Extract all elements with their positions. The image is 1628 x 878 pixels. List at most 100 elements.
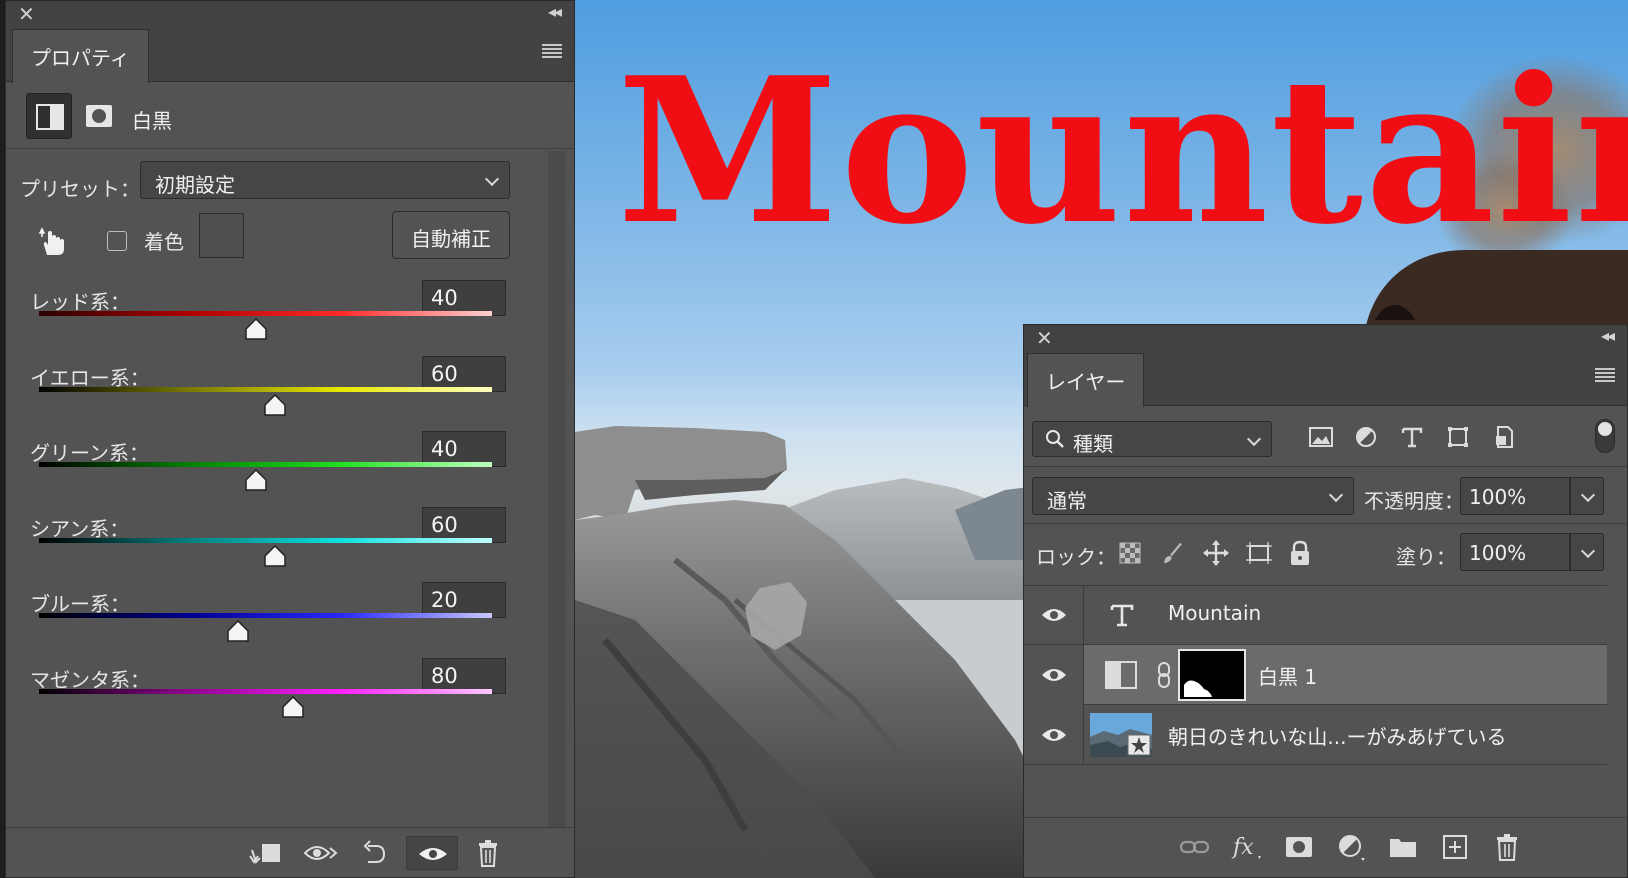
slider-thumb[interactable] xyxy=(244,317,268,340)
type-filter-icon[interactable] xyxy=(1400,425,1424,449)
layers-panel: ✕ ◂◂ レイヤー 種類 通常 不透明度： 100% ロック： 塗り： 100%… xyxy=(1023,324,1628,878)
layer-list: Mountain 白黒 1 朝日のきれいな山...ーがみあげている xyxy=(1024,585,1607,767)
fill-value: 100% xyxy=(1469,541,1527,565)
link-layers-icon[interactable] xyxy=(1178,830,1212,864)
clip-to-layer-icon[interactable] xyxy=(244,836,284,870)
tab-layers[interactable]: レイヤー xyxy=(1027,353,1145,407)
layer-filter-row: 種類 xyxy=(1024,407,1627,467)
slider-track[interactable] xyxy=(39,688,492,694)
layer-image-thumbnail xyxy=(1090,713,1152,757)
layer-row-text[interactable]: Mountain xyxy=(1024,585,1607,645)
lock-position-icon[interactable] xyxy=(1202,539,1230,567)
layer-kind-filter[interactable]: 種類 xyxy=(1032,421,1272,457)
filter-value: 種類 xyxy=(1073,432,1113,456)
slider-track[interactable] xyxy=(39,537,492,543)
collapse-icon[interactable]: ◂◂ xyxy=(1601,326,1615,345)
divider xyxy=(1024,523,1627,524)
opacity-value: 100% xyxy=(1469,485,1527,509)
auto-button[interactable]: 自動補正 xyxy=(392,211,510,259)
layer-visibility-eye-icon[interactable] xyxy=(1024,645,1084,705)
lock-image-pixels-icon[interactable] xyxy=(1160,541,1186,567)
smart-object-filter-icon[interactable] xyxy=(1492,425,1516,449)
preset-dropdown[interactable]: 初期設定 xyxy=(140,161,510,199)
layer-row-adjustment[interactable]: 白黒 1 xyxy=(1024,645,1607,705)
properties-scrollbar[interactable] xyxy=(548,151,566,827)
properties-tab-row: プロパティ xyxy=(6,25,574,83)
slider-thumb[interactable] xyxy=(226,619,250,642)
layer-name[interactable]: 朝日のきれいな山...ーがみあげている xyxy=(1168,721,1506,750)
link-chain-icon[interactable] xyxy=(1156,661,1172,689)
new-layer-icon[interactable] xyxy=(1438,830,1472,864)
trash-icon[interactable] xyxy=(468,836,508,870)
delete-layer-trash-icon[interactable] xyxy=(1490,830,1524,864)
close-icon[interactable]: ✕ xyxy=(18,2,35,26)
filter-toggle-switch[interactable] xyxy=(1595,419,1615,453)
fill-field[interactable]: 100% xyxy=(1460,533,1570,571)
targeted-adjustment-hand-icon[interactable] xyxy=(36,225,70,259)
type-layer-icon xyxy=(1108,601,1136,629)
opacity-label: 不透明度： xyxy=(1364,489,1464,513)
slider-block: レッド系： 40 xyxy=(6,280,536,361)
slider-thumb[interactable] xyxy=(263,393,287,416)
layer-row-smart-object[interactable]: 朝日のきれいな山...ーがみあげている xyxy=(1024,705,1607,765)
adjustment-layer-icon xyxy=(1104,659,1138,691)
collapse-icon[interactable]: ◂◂ xyxy=(548,2,562,21)
svg-text:fx: fx xyxy=(1231,835,1254,860)
preset-label: プリセット： xyxy=(20,177,140,201)
chevron-down-icon xyxy=(1580,543,1596,559)
adjustment-filter-icon[interactable] xyxy=(1354,425,1378,449)
chevron-down-icon xyxy=(1246,431,1262,447)
image-filter-icon[interactable] xyxy=(1308,425,1334,449)
slider-track[interactable] xyxy=(39,613,492,618)
slider-block: マゼンタ系： 80 xyxy=(6,657,536,739)
layers-tab-row: レイヤー xyxy=(1024,349,1627,407)
adjustment-name: 白黒 xyxy=(132,109,172,133)
panel-menu-icon[interactable] xyxy=(1595,368,1615,382)
tab-properties[interactable]: プロパティ xyxy=(12,29,149,83)
shape-filter-icon[interactable] xyxy=(1446,425,1470,449)
lock-all-icon[interactable] xyxy=(1288,539,1312,567)
new-adjustment-layer-icon[interactable] xyxy=(1334,830,1368,864)
layers-footer: fx xyxy=(1024,817,1627,877)
tint-color-swatch[interactable] xyxy=(199,213,244,258)
slider-block: ブルー系： 20 xyxy=(6,582,536,663)
close-icon[interactable]: ✕ xyxy=(1036,326,1053,350)
view-previous-state-icon[interactable] xyxy=(300,836,340,870)
panel-menu-icon[interactable] xyxy=(542,44,562,58)
slider-thumb[interactable] xyxy=(281,695,305,718)
lock-transparent-pixels-icon[interactable] xyxy=(1118,541,1142,565)
fill-slider-toggle[interactable] xyxy=(1570,533,1604,571)
chevron-down-icon xyxy=(484,171,500,187)
layer-visibility-eye-icon[interactable] xyxy=(1024,585,1084,645)
layer-mask-thumbnail[interactable] xyxy=(1178,649,1246,701)
slider-block: イエロー系： 60 xyxy=(6,355,536,437)
adjustment-icon[interactable] xyxy=(26,93,72,139)
slider-block: シアン系： 60 xyxy=(6,506,536,588)
lock-artboard-icon[interactable] xyxy=(1244,539,1274,567)
slider-block: グリーン系： 40 xyxy=(6,431,536,512)
slider-track[interactable] xyxy=(39,386,492,392)
layer-name[interactable]: Mountain xyxy=(1168,601,1261,625)
tint-label: 着色 xyxy=(144,230,184,254)
mask-icon[interactable] xyxy=(76,93,122,139)
slider-thumb[interactable] xyxy=(263,544,287,567)
slider-thumb[interactable] xyxy=(244,468,268,491)
opacity-slider-toggle[interactable] xyxy=(1570,477,1604,515)
reset-icon[interactable] xyxy=(356,836,396,870)
layer-visibility-eye-icon[interactable] xyxy=(1024,705,1084,765)
blend-mode-dropdown[interactable]: 通常 xyxy=(1032,477,1354,515)
chevron-down-icon xyxy=(1328,487,1344,503)
layer-name[interactable]: 白黒 1 xyxy=(1258,661,1317,690)
slider-track[interactable] xyxy=(39,311,492,316)
canvas-title-text[interactable]: Mountain xyxy=(617,52,1628,252)
slider-track[interactable] xyxy=(39,462,492,467)
visibility-eye-icon[interactable] xyxy=(406,836,458,870)
blend-mode-value: 通常 xyxy=(1047,489,1087,513)
fill-label: 塗り： xyxy=(1396,545,1456,569)
tint-checkbox[interactable] xyxy=(107,231,127,251)
new-group-folder-icon[interactable] xyxy=(1386,830,1420,864)
adjustment-mode-row: 白黒 xyxy=(6,83,574,149)
opacity-field[interactable]: 100% xyxy=(1460,477,1570,515)
add-mask-icon[interactable] xyxy=(1282,830,1316,864)
fx-icon[interactable]: fx xyxy=(1230,830,1264,864)
